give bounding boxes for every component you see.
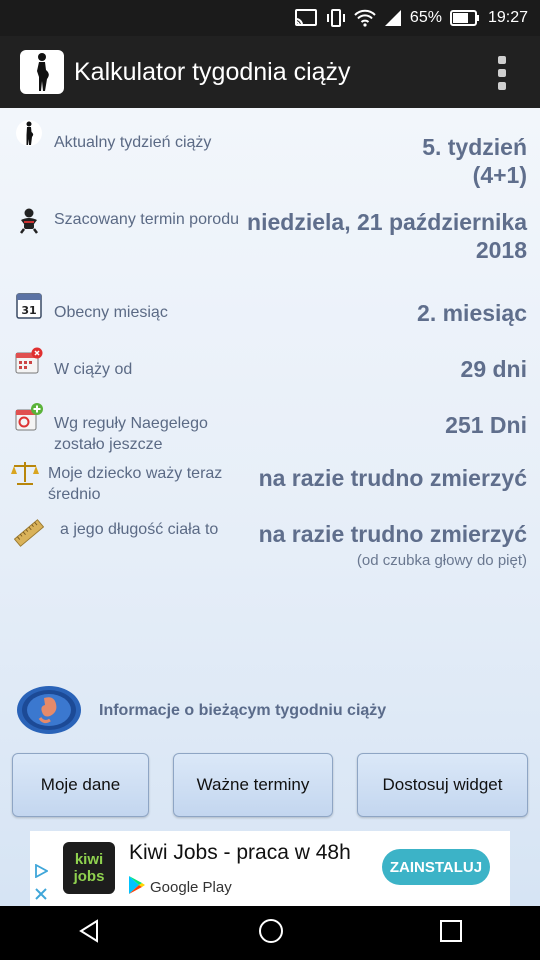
row-label: Wg reguły Naegelego zostało jeszcze	[54, 415, 208, 453]
ad-close-icon[interactable]	[30, 883, 52, 905]
row-value: 29 dni	[460, 356, 527, 382]
embryo-icon[interactable]	[16, 684, 82, 736]
navigation-bar	[0, 906, 540, 960]
ad-title[interactable]: Kiwi Jobs - praca w 48h	[129, 841, 351, 865]
important-dates-button[interactable]: Ważne terminy	[173, 753, 333, 817]
kiwi-logo-line1: kiwi	[74, 851, 104, 868]
cast-icon	[294, 9, 318, 27]
kiwi-logo-line2: jobs	[73, 868, 105, 885]
kiwi-jobs-logo[interactable]: kiwi jobs	[63, 842, 115, 894]
scale-icon	[10, 458, 40, 488]
recents-icon[interactable]	[439, 919, 463, 948]
signal-icon	[384, 9, 402, 27]
row-value: na razie trudno zmierzyć	[258, 521, 527, 547]
row-label: Aktualny tydzień ciąży	[54, 134, 212, 151]
calendar-icon: 31	[14, 290, 44, 320]
back-icon[interactable]	[77, 918, 103, 949]
app-bar: Kalkulator tygodnia ciąży	[0, 36, 540, 108]
row-label: a jego długość ciała to	[60, 521, 219, 538]
battery-icon	[449, 10, 480, 26]
app-title: Kalkulator tygodnia ciąży	[74, 57, 351, 86]
calendar-add-icon	[14, 402, 44, 432]
row-value: 2. miesiąc	[417, 300, 527, 326]
overflow-menu-icon[interactable]	[498, 56, 506, 90]
clock: 19:27	[487, 9, 528, 26]
app-logo-icon	[20, 50, 64, 94]
status-bar: 65% 19:27	[0, 0, 540, 36]
svg-text:31: 31	[21, 304, 36, 317]
row-label: Moje dziecko waży teraz średnio	[48, 465, 223, 503]
pregnant-silhouette-icon	[14, 118, 44, 148]
row-value: niedziela, 21 października 2018	[247, 209, 527, 263]
row-sub-note: (od czubka głowy do pięt)	[356, 552, 527, 569]
wifi-icon	[354, 9, 376, 27]
install-button[interactable]: ZAINSTALUJ	[382, 849, 490, 885]
google-play-text: Google Play	[150, 878, 232, 896]
home-icon[interactable]	[257, 917, 285, 950]
row-value: na razie trudno zmierzyć	[258, 465, 527, 491]
info-link[interactable]: Informacje o bieżącym tygodniu ciąży	[99, 702, 386, 720]
ad-badges	[30, 860, 52, 906]
my-data-button[interactable]: Moje dane	[12, 753, 149, 817]
vibrate-icon	[326, 9, 346, 27]
battery-percent: 65%	[409, 9, 442, 26]
google-play-icon	[128, 875, 146, 899]
ad-choices-icon[interactable]	[30, 860, 52, 882]
row-label: W ciąży od	[54, 361, 133, 378]
ruler-icon	[14, 518, 44, 548]
content-area: Aktualny tydzień ciąży 5. tydzień (4+1) …	[0, 108, 540, 906]
row-value: 251 Dni	[445, 412, 527, 438]
customize-widget-button[interactable]: Dostosuj widget	[357, 753, 528, 817]
calendar-alert-icon	[14, 346, 44, 376]
row-value: 5. tydzień (4+1)	[422, 134, 527, 188]
baby-icon	[14, 206, 44, 236]
row-label: Obecny miesiąc	[54, 304, 168, 321]
google-play-badge: Google Play	[128, 875, 232, 899]
row-label: Szacowany termin porodu	[54, 211, 239, 228]
